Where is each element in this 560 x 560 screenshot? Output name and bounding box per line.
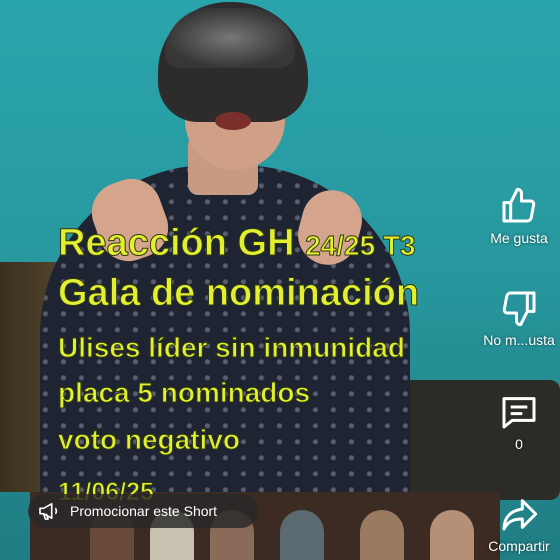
comment-icon [502,397,536,429]
like-button[interactable]: Me gusta [478,186,560,246]
video-person-hair-highlight [165,8,295,68]
dislike-label: No m...usta [483,332,555,348]
megaphone-icon [39,502,58,520]
like-label: Me gusta [490,230,548,246]
share-icon [502,499,538,531]
overlay-line-vote: voto negativo [57,424,241,456]
overlay-subtitle-line: Gala de nominación [57,272,420,315]
video-person-mouth [215,112,251,130]
promote-short-button[interactable]: Promocionar este Short [28,494,258,528]
comment-button[interactable]: 0 [478,392,560,452]
share-label: Compartir [488,538,550,554]
share-button[interactable]: Compartir [478,494,560,554]
overlay-line-leader: Ulises líder sin inmunidad [58,332,406,364]
overlay-title-line: Reacción GH 24/25 T3 [58,222,417,265]
promote-label: Promocionar este Short [70,503,218,519]
dislike-button[interactable]: No m...usta [478,288,560,348]
overlay-line-nominees: placa 5 nominados [57,377,311,409]
thumbs-down-icon [502,291,536,327]
comment-count: 0 [515,436,523,452]
short-video-frame[interactable]: Reacción GH 24/25 T3 Gala de nominación … [0,0,560,560]
thumbs-up-icon [502,187,536,223]
